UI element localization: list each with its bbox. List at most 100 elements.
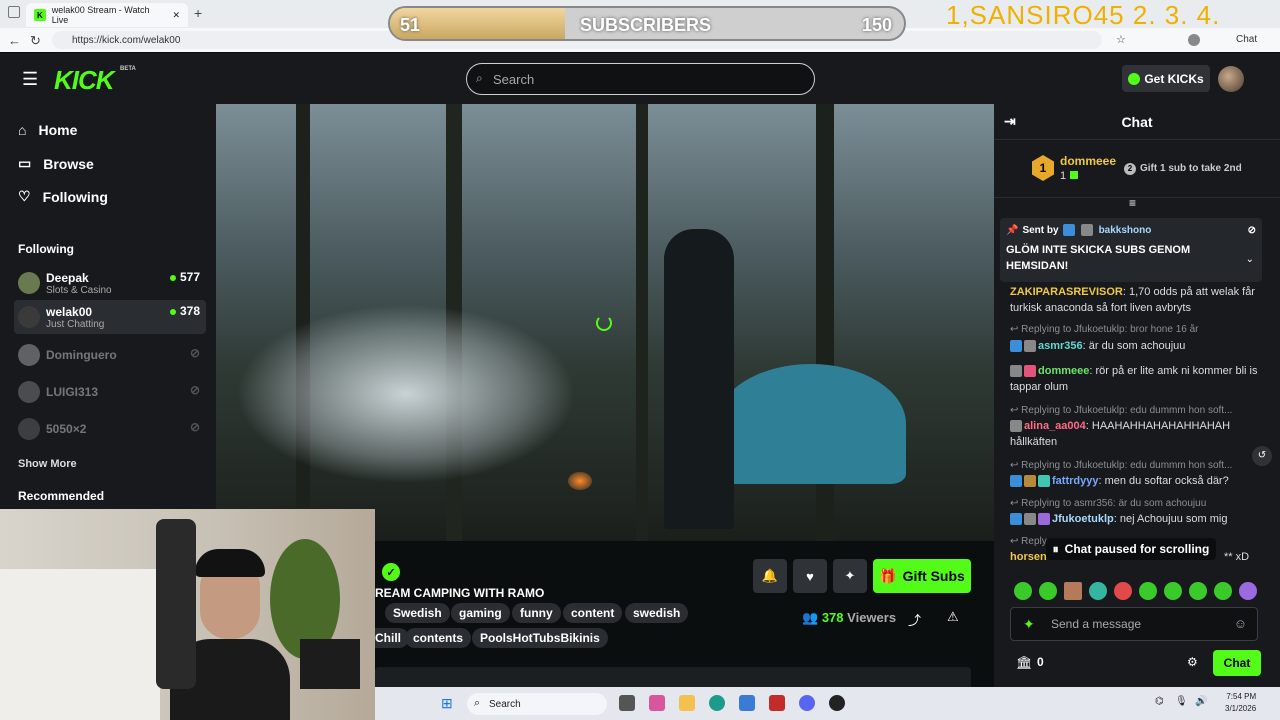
chat-message: dommeee: rör på er lite amk ni kommer bl…: [1010, 365, 1258, 393]
pin-icon: 📌: [1006, 224, 1019, 236]
chat-username[interactable]: fattrdyyy: [1052, 475, 1098, 487]
share-icon[interactable]: ⤴: [908, 610, 921, 629]
channel-5050x2[interactable]: 5050×2 ⊘: [14, 412, 206, 446]
new-tab-icon[interactable]: +: [194, 5, 202, 21]
copilot-chat-button[interactable]: Chat: [1236, 34, 1257, 45]
taskbar-search[interactable]: ⌕ Search: [467, 693, 607, 715]
show-more-link[interactable]: Show More: [18, 458, 77, 470]
favorite-star-icon[interactable]: ☆: [1116, 33, 1126, 46]
discord-icon[interactable]: [799, 695, 815, 711]
emote-icon[interactable]: [1114, 582, 1132, 600]
kicks-wallet-icon[interactable]: 🏛: [1016, 655, 1033, 671]
reply-context[interactable]: ↩ Replying to Jfukoetuklp: edu dummm hon…: [1010, 405, 1262, 416]
chat-username[interactable]: Jfukoetuklp: [1052, 513, 1114, 525]
chat-username[interactable]: asmr356: [1038, 340, 1083, 352]
kick-logo[interactable]: KICK: [54, 65, 115, 96]
network-icon[interactable]: ⌬: [1155, 696, 1164, 707]
chat-paused-banner[interactable]: ⏸ Chat paused for scrolling: [1046, 538, 1216, 560]
report-icon[interactable]: ⚠: [947, 609, 959, 625]
channel-welak00[interactable]: welak00 Just Chatting 378: [14, 300, 206, 334]
top-gifter-name[interactable]: dommeee: [1060, 154, 1116, 168]
tag[interactable]: Swedish: [385, 603, 450, 623]
tag[interactable]: content: [563, 603, 623, 623]
nav-following[interactable]: ♡ Following: [18, 188, 108, 205]
scroll-to-latest-icon[interactable]: ↺: [1252, 446, 1272, 466]
tag[interactable]: PoolsHotTubsBikinis: [472, 628, 608, 648]
chat-username[interactable]: ZAKIPARASREVISOR: [1010, 286, 1123, 298]
emote-icon[interactable]: [1039, 582, 1057, 600]
acrobat-icon[interactable]: [769, 695, 785, 711]
user-badge-icon: [1024, 340, 1036, 353]
viewer-number: 378: [821, 610, 844, 625]
collapse-chat-icon[interactable]: ⇥: [1004, 113, 1016, 130]
follow-button[interactable]: ♥: [793, 559, 827, 593]
hide-pin-icon[interactable]: ⊘: [1248, 225, 1256, 236]
menu-icon[interactable]: ☰: [22, 69, 38, 90]
nav-home[interactable]: ⌂ Home: [18, 122, 77, 138]
channel-deepak[interactable]: Deepak Slots & Casino 577: [14, 266, 206, 300]
video-player[interactable]: [216, 104, 994, 541]
offline-icon: ⊘: [189, 383, 200, 397]
close-tab-icon[interactable]: ✕: [172, 10, 180, 21]
chevron-down-icon[interactable]: ⌄: [1246, 254, 1254, 265]
reply-context[interactable]: ↩ Replying to asmr356: är du som achouju…: [1010, 498, 1262, 509]
reply-context[interactable]: ↩ Replying to Jfukoetuklp: bror hone 16 …: [1010, 324, 1262, 335]
tag[interactable]: swedish: [625, 603, 689, 623]
send-chat-button[interactable]: Chat: [1213, 650, 1261, 676]
get-kicks-button[interactable]: Get KICKs: [1122, 65, 1210, 92]
channel-dominguero[interactable]: Dominguero ⊘: [14, 338, 206, 372]
user-badge-icon: [1010, 365, 1022, 378]
user-avatar[interactable]: [1218, 66, 1244, 92]
edge-browser-icon[interactable]: [709, 695, 725, 711]
pinned-user[interactable]: bakkshono: [1099, 225, 1152, 236]
emote-icon[interactable]: [1164, 582, 1182, 600]
reply-context[interactable]: ↩ Reply: [1010, 536, 1050, 547]
chat-paused-label: Chat paused for scrolling: [1064, 542, 1210, 556]
emoji-picker-icon[interactable]: ☺: [1234, 616, 1247, 631]
chat-message-input[interactable]: ✦ Send a message ☺: [1010, 607, 1258, 641]
search-input[interactable]: ⌕ Search: [466, 63, 815, 95]
microphone-icon[interactable]: 🎙: [1175, 696, 1188, 707]
tag[interactable]: contents: [405, 628, 472, 648]
channel-name: Dominguero: [46, 348, 117, 362]
gift-icon: 🎁: [879, 567, 897, 584]
emote-icon[interactable]: [1014, 582, 1032, 600]
chat-settings-gear-icon[interactable]: ⚙: [1187, 655, 1198, 669]
tag[interactable]: funny: [512, 603, 561, 623]
channel-category: Just Chatting: [46, 318, 105, 330]
refresh-icon[interactable]: ↻: [30, 33, 41, 49]
store-icon[interactable]: [739, 695, 755, 711]
channel-avatar: [18, 418, 40, 440]
site-header: ☰ KICK BETA ⌕ Search Get KICKs: [0, 53, 1280, 104]
tag[interactable]: gaming: [451, 603, 510, 623]
tab-actions-icon[interactable]: [8, 6, 20, 18]
obs-icon[interactable]: [829, 695, 845, 711]
chat-username[interactable]: dommeee: [1038, 365, 1089, 377]
taskbar-clock[interactable]: 7:54 PM 3/1/2026: [1225, 691, 1256, 715]
copilot-icon[interactable]: [649, 695, 665, 711]
emote-icon[interactable]: [1139, 582, 1157, 600]
channel-luigi313[interactable]: LUIGI313 ⊘: [14, 375, 206, 409]
back-icon[interactable]: ←: [8, 33, 21, 48]
windows-start-icon[interactable]: ⊞: [441, 695, 453, 712]
sparkle-button[interactable]: ✦: [833, 559, 867, 593]
nav-browse[interactable]: ▭ Browse: [18, 155, 94, 172]
emote-icon[interactable]: [1239, 582, 1257, 600]
emote-icon[interactable]: [1214, 582, 1232, 600]
notifications-button[interactable]: 🔔: [753, 559, 787, 593]
volume-icon[interactable]: 🔊: [1195, 696, 1207, 707]
emote-icon[interactable]: [1089, 582, 1107, 600]
chat-message: asmr356: är du som achoujuu: [1010, 338, 1262, 354]
chat-username[interactable]: horsen: [1010, 551, 1047, 563]
profile-icon[interactable]: [1188, 34, 1200, 46]
reply-context[interactable]: ↩ Replying to Jfukoetuklp: edu dummm hon…: [1010, 460, 1262, 471]
browser-tab[interactable]: K welak00 Stream - Watch Live ✕: [26, 3, 188, 27]
file-explorer-icon[interactable]: [679, 695, 695, 711]
channel-name: LUIGI313: [46, 385, 99, 399]
gift-subs-button[interactable]: 🎁 Gift Subs: [873, 559, 971, 593]
beanie: [195, 549, 265, 577]
emote-icon[interactable]: [1064, 582, 1082, 600]
emote-icon[interactable]: [1189, 582, 1207, 600]
task-view-icon[interactable]: [619, 695, 635, 711]
chat-username[interactable]: alina_aa004: [1024, 420, 1086, 432]
